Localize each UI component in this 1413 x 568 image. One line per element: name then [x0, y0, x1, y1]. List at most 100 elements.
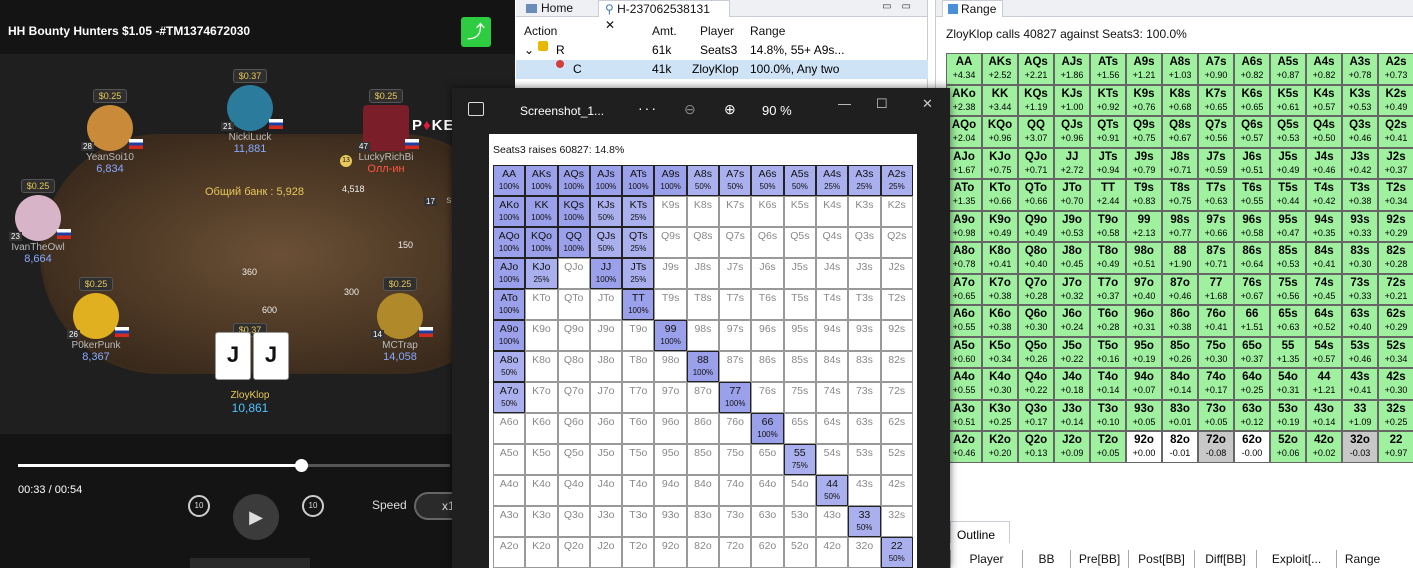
range-cell[interactable]: K2s +0.49 [1378, 84, 1413, 116]
range-cell[interactable]: 74o +0.17 [1198, 368, 1234, 400]
col-pre-bb[interactable]: Pre[BB] [1070, 550, 1128, 568]
range-cell[interactable]: AQs +2.21 [1018, 53, 1054, 85]
range-cell[interactable]: 62o -0.00 [1234, 431, 1270, 463]
range-cell[interactable]: J9s +0.79 [1126, 147, 1162, 179]
range-cell[interactable]: A7s +0.90 [1198, 53, 1234, 85]
range-cell[interactable]: A8s +1.03 [1162, 53, 1198, 85]
range-cell[interactable]: 53o +0.19 [1270, 399, 1306, 431]
range-cell[interactable]: 93o +0.05 [1126, 399, 1162, 431]
range-cell[interactable]: 65s +0.63 [1270, 305, 1306, 337]
range-cell[interactable]: A3o +0.51 [946, 399, 982, 431]
range-cell[interactable]: Q3s +0.46 [1342, 116, 1378, 148]
range-cell[interactable]: 92o +0.00 [1126, 431, 1162, 463]
range-cell[interactable]: 42o +0.02 [1306, 431, 1342, 463]
range-cell[interactable]: 85o +0.26 [1162, 336, 1198, 368]
range-cell[interactable]: 92s +0.29 [1378, 210, 1413, 242]
range-cell[interactable]: 84o +0.14 [1162, 368, 1198, 400]
range-cell[interactable]: 54o +0.31 [1270, 368, 1306, 400]
range-cell[interactable]: Q6s +0.57 [1234, 116, 1270, 148]
range-cell[interactable]: K8o +0.41 [982, 242, 1018, 274]
range-cell[interactable]: ATo +1.35 [946, 179, 982, 211]
range-cell[interactable]: T6o +0.28 [1090, 305, 1126, 337]
range-cell[interactable]: J4s +0.46 [1306, 147, 1342, 179]
range-cell[interactable]: QQ +3.07 [1018, 116, 1054, 148]
range-cell[interactable]: 44 +1.21 [1306, 368, 1342, 400]
range-cell[interactable]: 97o +0.40 [1126, 273, 1162, 305]
range-cell[interactable]: QJs +0.96 [1054, 116, 1090, 148]
range-cell[interactable]: A9o +0.98 [946, 210, 982, 242]
range-cell[interactable]: J7o +0.32 [1054, 273, 1090, 305]
range-cell[interactable]: AJo +1.67 [946, 147, 982, 179]
seek-bar[interactable] [18, 459, 450, 472]
player-seat[interactable]: $0.25 26 P0kerPunk 8,367 [56, 276, 136, 363]
range-cell[interactable]: T3o +0.10 [1090, 399, 1126, 431]
range-cell[interactable]: K5o +0.34 [982, 336, 1018, 368]
range-cell[interactable]: A6o +0.55 [946, 305, 982, 337]
range-cell[interactable]: K6s +0.65 [1234, 84, 1270, 116]
range-cell[interactable]: 33 +1.09 [1342, 399, 1378, 431]
range-cell[interactable]: 84s +0.41 [1306, 242, 1342, 274]
tab-range[interactable]: Range [942, 0, 1004, 17]
range-cell[interactable]: Q7s +0.56 [1198, 116, 1234, 148]
range-cell[interactable]: T4s +0.42 [1306, 179, 1342, 211]
range-cell[interactable]: KJo +0.75 [982, 147, 1018, 179]
range-cell[interactable]: 76s +0.67 [1234, 273, 1270, 305]
more-options-icon[interactable]: ··· [638, 100, 658, 116]
range-cell[interactable]: AA +4.34 [946, 53, 982, 85]
range-cell[interactable]: A4s +0.82 [1306, 53, 1342, 85]
range-cell[interactable]: 96o +0.31 [1126, 305, 1162, 337]
range-cell[interactable]: 72s +0.21 [1378, 273, 1413, 305]
range-cell[interactable]: A2s +0.73 [1378, 53, 1413, 85]
range-cell[interactable]: KTo +0.66 [982, 179, 1018, 211]
forward-10-icon[interactable]: 10 [302, 495, 324, 517]
rewind-10-icon[interactable]: 10 [188, 495, 210, 517]
range-cell[interactable]: T8o +0.49 [1090, 242, 1126, 274]
range-cell[interactable]: J9o +0.53 [1054, 210, 1090, 242]
col-diff-bb[interactable]: Diff[BB] [1194, 550, 1256, 568]
range-cell[interactable]: T3s +0.38 [1342, 179, 1378, 211]
range-cell[interactable]: 73o +0.05 [1198, 399, 1234, 431]
range-cell[interactable]: J5o +0.22 [1054, 336, 1090, 368]
range-cell[interactable]: T5o +0.16 [1090, 336, 1126, 368]
range-cell[interactable]: KJs +1.00 [1054, 84, 1090, 116]
range-cell[interactable]: KTs +0.92 [1090, 84, 1126, 116]
range-cell[interactable]: 75o +0.30 [1198, 336, 1234, 368]
range-cell[interactable]: J6o +0.24 [1054, 305, 1090, 337]
range-cell[interactable]: Q9o +0.49 [1018, 210, 1054, 242]
range-cell[interactable]: T2o +0.05 [1090, 431, 1126, 463]
range-cell[interactable]: J3s +0.42 [1342, 147, 1378, 179]
range-cell[interactable]: AKo +2.38 [946, 84, 982, 116]
range-cell[interactable]: A2o +0.46 [946, 431, 982, 463]
range-cell[interactable]: J2s +0.37 [1378, 147, 1413, 179]
range-cell[interactable]: K8s +0.68 [1162, 84, 1198, 116]
range-cell[interactable]: T2s +0.34 [1378, 179, 1413, 211]
range-cell[interactable]: 76o +0.41 [1198, 305, 1234, 337]
maximize-icon[interactable]: ☐ [876, 96, 888, 112]
range-cell[interactable]: J4o +0.18 [1054, 368, 1090, 400]
range-cell[interactable]: K4o +0.30 [982, 368, 1018, 400]
range-cell[interactable]: Q5o +0.26 [1018, 336, 1054, 368]
range-cell[interactable]: AQo +2.04 [946, 116, 982, 148]
range-cell[interactable]: 95o +0.19 [1126, 336, 1162, 368]
range-cell[interactable]: T5s +0.44 [1270, 179, 1306, 211]
range-cell[interactable]: 94o +0.07 [1126, 368, 1162, 400]
range-cell[interactable]: K2o +0.20 [982, 431, 1018, 463]
range-cell[interactable]: T8s +0.75 [1162, 179, 1198, 211]
range-cell[interactable]: 55 +1.35 [1270, 336, 1306, 368]
range-cell[interactable]: 86o +0.38 [1162, 305, 1198, 337]
range-cell[interactable]: Q3o +0.17 [1018, 399, 1054, 431]
range-cell[interactable]: K5s +0.61 [1270, 84, 1306, 116]
range-cell[interactable]: A7o +0.65 [946, 273, 982, 305]
range-cell[interactable]: J2o +0.09 [1054, 431, 1090, 463]
range-cell[interactable]: Q6o +0.30 [1018, 305, 1054, 337]
range-cell[interactable]: 52o +0.06 [1270, 431, 1306, 463]
range-cell[interactable]: T9s +0.83 [1126, 179, 1162, 211]
range-cell[interactable]: K6o +0.38 [982, 305, 1018, 337]
range-cell[interactable]: Q8o +0.40 [1018, 242, 1054, 274]
range-cell[interactable]: J6s +0.51 [1234, 147, 1270, 179]
range-cell[interactable]: QTs +0.91 [1090, 116, 1126, 148]
range-cell[interactable]: Q2s +0.41 [1378, 116, 1413, 148]
range-cell[interactable]: T7o +0.37 [1090, 273, 1126, 305]
range-cell[interactable]: A9s +1.21 [1126, 53, 1162, 85]
range-cell[interactable]: 22 +0.97 [1378, 431, 1413, 463]
